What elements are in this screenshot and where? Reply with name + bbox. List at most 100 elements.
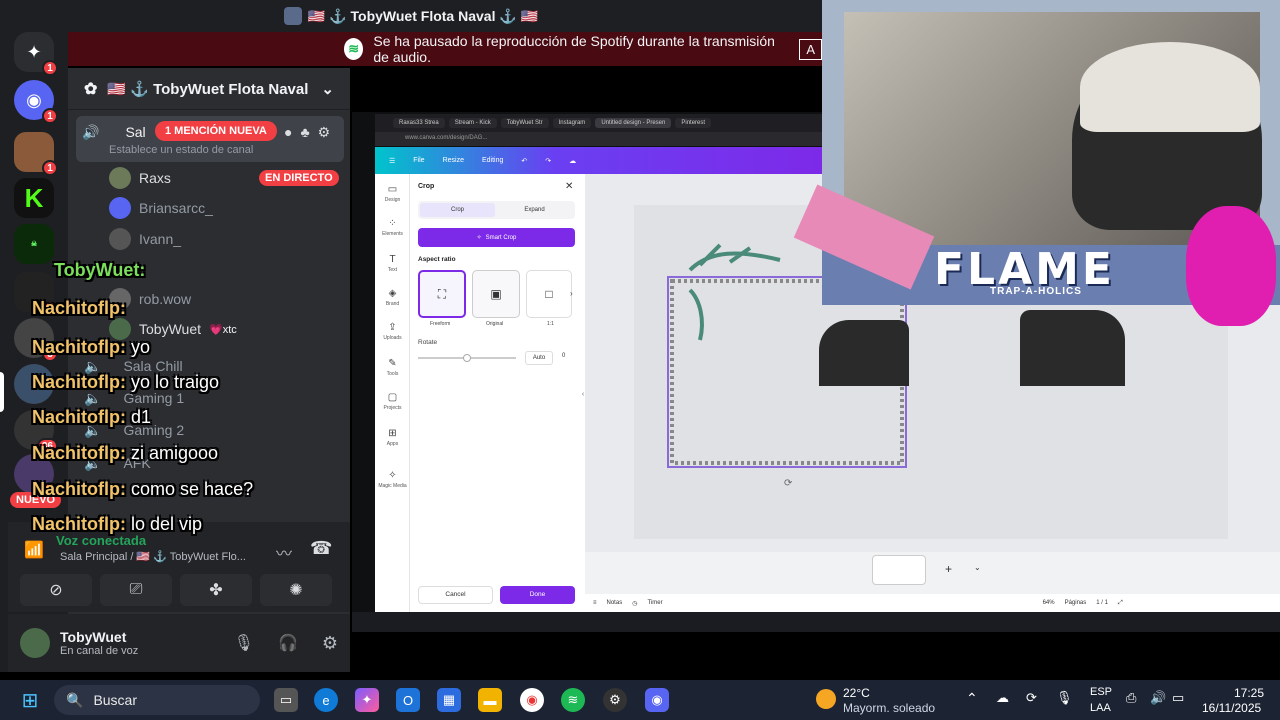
outlook-icon[interactable]: O xyxy=(396,688,420,712)
settings-gear-icon[interactable]: ⚙ xyxy=(322,633,338,654)
notes-button[interactable]: Notas xyxy=(607,600,623,606)
input-language[interactable]: ESP xyxy=(1090,686,1112,698)
activities-button[interactable]: ✤ xyxy=(180,574,252,606)
members-icon[interactable]: ♣ xyxy=(300,124,309,141)
rotate-auto[interactable]: Auto xyxy=(525,351,553,365)
discord-home-icon[interactable]: ✦ 1 xyxy=(14,32,58,76)
voice-member[interactable]: Briansarcc_ xyxy=(76,196,213,220)
file-menu[interactable]: File xyxy=(413,157,424,164)
windows-start-icon[interactable]: ⊞ xyxy=(18,688,42,712)
browser-tab[interactable]: Stream - Kick xyxy=(448,118,497,128)
aspect-original[interactable]: ▣ xyxy=(472,270,520,318)
mention-badge[interactable]: 1 MENCIÓN NUEVA xyxy=(155,121,277,141)
glove-left-graphic[interactable] xyxy=(819,320,909,386)
channel-status-hint[interactable]: Establece un estado de canal xyxy=(109,144,253,156)
spotify-taskbar-icon[interactable]: ≋ xyxy=(561,688,585,712)
chevron-down-icon[interactable]: ⌄ xyxy=(321,80,334,98)
page-thumbnail[interactable] xyxy=(872,555,926,585)
fullscreen-icon[interactable]: ⤢ xyxy=(1118,600,1123,607)
browser-tab[interactable]: Pinterest xyxy=(675,118,712,128)
close-icon[interactable]: ✕ xyxy=(565,181,573,192)
chevron-right-icon[interactable]: › xyxy=(570,289,573,298)
file-explorer-icon[interactable]: ▬ xyxy=(478,688,502,712)
tray-chevron-up-icon[interactable]: ⌃ xyxy=(966,690,978,707)
headphones-icon[interactable]: 🎧 xyxy=(278,633,298,653)
zoom-level[interactable]: 64% xyxy=(1043,600,1055,606)
nav-projects[interactable]: ▢ Projects xyxy=(375,392,410,411)
tray-mic-icon[interactable]: 🎙 xyxy=(1056,690,1073,706)
chevron-down-icon[interactable]: ⌄ xyxy=(974,563,981,572)
glove-right-graphic[interactable] xyxy=(1020,310,1125,386)
taskbar-search[interactable]: 🔍 Buscar xyxy=(54,685,260,715)
tray-sync-icon[interactable]: ⟳ xyxy=(1026,690,1037,706)
nav-text[interactable]: T Text xyxy=(375,254,410,273)
nav-design[interactable]: ▭ Design xyxy=(375,184,410,203)
server-icon-game[interactable]: 1 xyxy=(14,132,58,176)
resize-menu[interactable]: Resize xyxy=(443,157,464,164)
volume-icon[interactable]: 🔊 xyxy=(1150,690,1166,706)
camera-off-button[interactable]: ⊘ xyxy=(20,574,92,606)
cancel-button[interactable]: Cancel xyxy=(418,586,493,604)
disconnect-icon[interactable]: ☎ xyxy=(310,538,332,559)
aspect-square[interactable]: □ xyxy=(526,270,572,318)
cracked-zone-icon[interactable]: ☠ xyxy=(14,224,54,264)
task-view-icon[interactable]: ▭ xyxy=(274,688,298,712)
smart-crop-button[interactable]: ✧ Smart Crop xyxy=(418,228,575,247)
edge-icon[interactable]: e xyxy=(314,688,338,712)
chrome-icon[interactable]: ◉ xyxy=(520,688,544,712)
soundboard-button[interactable]: ✺ xyxy=(260,574,332,606)
rotate-value[interactable]: 0 xyxy=(562,353,565,359)
add-page-icon[interactable]: + xyxy=(945,562,952,576)
menu-icon[interactable]: ☰ xyxy=(389,157,395,165)
server-header[interactable]: ✿ 🇺🇸 ⚓ TobyWuet Flota Naval ... ⌄ xyxy=(68,68,350,110)
user-avatar[interactable] xyxy=(20,628,50,658)
done-button[interactable]: Done xyxy=(500,586,575,604)
timer-button[interactable]: Timer xyxy=(647,600,662,606)
microphone-icon[interactable]: 🎙 xyxy=(234,633,254,653)
voice-member[interactable]: Ivann_ xyxy=(76,227,181,251)
nav-brand[interactable]: ◈ Brand xyxy=(375,288,410,307)
aspect-freeform[interactable]: ⛶ xyxy=(418,270,466,318)
rotate-slider-handle[interactable] xyxy=(463,354,471,362)
store-icon[interactable]: ▦ xyxy=(437,688,461,712)
discord-logo-icon[interactable]: ◉ 1 xyxy=(14,80,58,124)
user-panel: TobyWuet En canal de voz 🎙 🎧 ⚙ xyxy=(8,614,350,672)
spotify-banner-action[interactable]: A xyxy=(799,38,822,60)
editing-menu[interactable]: Editing xyxy=(482,157,503,164)
rotate-handle-icon[interactable]: ⟳ xyxy=(784,478,792,489)
tab-expand[interactable]: Expand xyxy=(497,203,572,217)
nav-uploads[interactable]: ⇪ Uploads xyxy=(375,322,410,341)
battery-icon[interactable]: ▭ xyxy=(1172,690,1184,706)
voice-channel-row[interactable]: 🔊 Sal xyxy=(76,120,146,144)
discord-taskbar-icon[interactable]: ◉ xyxy=(645,688,669,712)
browser-tab-active[interactable]: Untitled design - Presen xyxy=(595,118,672,128)
nav-magic-media[interactable]: ✧ Magic Media xyxy=(375,470,410,489)
screen-share-button[interactable]: ⎚ xyxy=(100,574,172,606)
weather-temp[interactable]: 22°C xyxy=(843,686,870,700)
noise-suppression-icon[interactable]: 〰 xyxy=(276,540,292,564)
redo-icon[interactable]: ↷ xyxy=(545,157,551,165)
undo-icon[interactable]: ↶ xyxy=(521,157,527,165)
copilot-icon[interactable]: ✦ xyxy=(355,688,379,712)
clock-time[interactable]: 17:25 xyxy=(1234,686,1264,700)
kick-icon[interactable]: K xyxy=(14,178,54,218)
browser-tab[interactable]: Raxas33 Strea xyxy=(393,118,445,128)
steam-icon[interactable]: ⚙ xyxy=(603,688,627,712)
browser-tab[interactable]: Instagram xyxy=(552,118,592,128)
browser-tab[interactable]: TobyWuet Str xyxy=(500,118,549,128)
url-bar[interactable]: www.canva.com/design/DAG... xyxy=(375,132,822,146)
weather-desc[interactable]: Mayorm. soleado xyxy=(843,701,935,715)
nav-elements[interactable]: ⁘ Elements xyxy=(375,218,410,237)
tab-crop[interactable]: Crop xyxy=(420,203,495,217)
clock-date[interactable]: 16/11/2025 xyxy=(1202,701,1261,715)
network-icon[interactable]: ⎙ xyxy=(1126,690,1136,706)
tray-icon-1[interactable]: ☁ xyxy=(996,690,1009,706)
voice-location[interactable]: Sala Principal / 🇺🇸 ⚓ TobyWuet Flo... xyxy=(60,550,246,563)
pages-button[interactable]: Páginas xyxy=(1065,600,1087,606)
voice-member[interactable]: Raxs xyxy=(76,166,171,190)
nav-tools[interactable]: ✎ Tools xyxy=(375,358,410,377)
gear-icon[interactable]: ⚙ xyxy=(318,124,331,141)
chat-icon[interactable]: ● xyxy=(284,124,292,141)
nav-apps[interactable]: ⊞ Apps xyxy=(375,428,410,447)
input-layout[interactable]: LAA xyxy=(1090,702,1111,714)
